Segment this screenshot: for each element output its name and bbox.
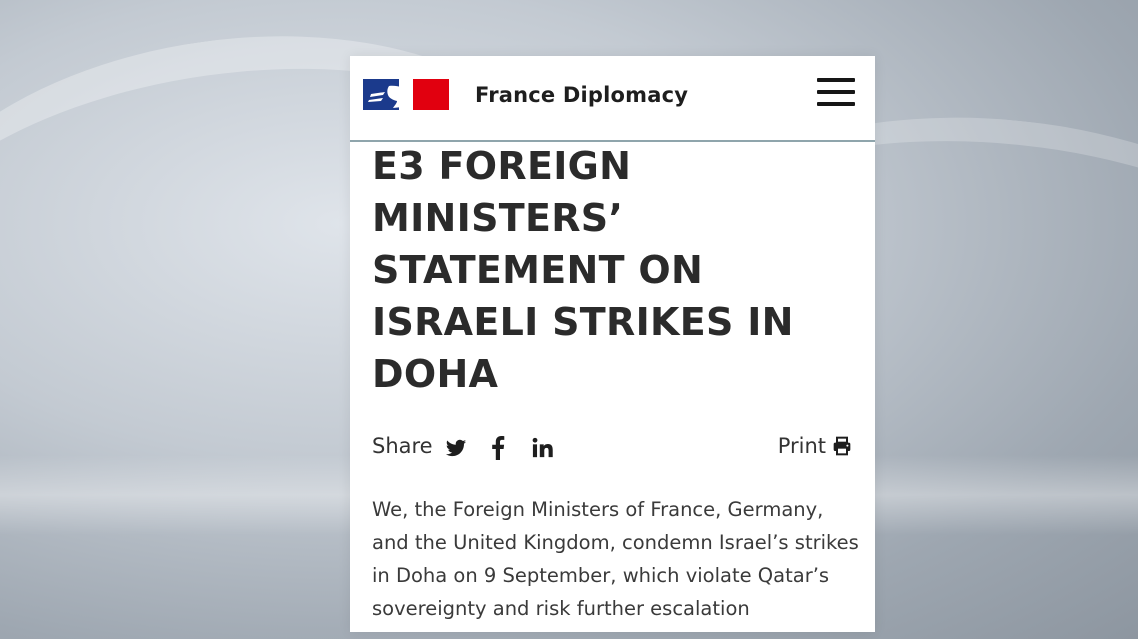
print-label: Print xyxy=(777,434,826,458)
site-name[interactable]: France Diplomacy xyxy=(475,83,688,107)
article-body: We, the Foreign Ministers of France, Ger… xyxy=(372,498,859,620)
linkedin-icon[interactable] xyxy=(532,436,554,460)
hamburger-menu-icon[interactable] xyxy=(817,78,855,108)
printer-icon xyxy=(833,436,851,456)
share-label: Share xyxy=(372,434,433,458)
site-header: France Diplomacy xyxy=(350,56,875,142)
marianne-logo-icon[interactable] xyxy=(363,79,449,110)
article-title: E3 FOREIGN MINISTERS’ STATEMENT ON ISRAE… xyxy=(372,144,794,396)
mobile-webpage: France Diplomacy E3 FOREIGN MINISTERS’ S… xyxy=(350,56,875,632)
share-bar: Share Print xyxy=(372,434,852,462)
print-button[interactable]: Print xyxy=(778,434,852,458)
twitter-icon[interactable] xyxy=(445,436,467,460)
facebook-icon[interactable] xyxy=(490,436,506,460)
